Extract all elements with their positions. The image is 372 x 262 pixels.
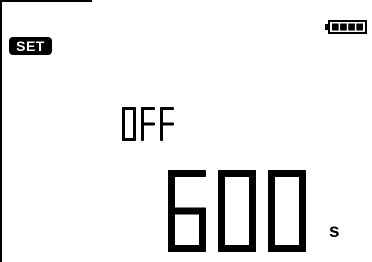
battery-icon: [325, 20, 367, 34]
unit-label: s: [329, 221, 340, 242]
lcd-screen: SET s: [0, 0, 372, 262]
battery-bar: [340, 23, 347, 31]
mode-segment: [122, 107, 125, 126]
value-char: [218, 170, 256, 252]
mode-char: [122, 107, 136, 141]
battery-bar: [356, 23, 363, 31]
mode-segment: [160, 122, 174, 126]
value-segment: [199, 207, 206, 252]
value-char: [268, 170, 306, 252]
value-segment: [218, 170, 225, 215]
value-segment: [268, 170, 275, 215]
mode-label: [122, 107, 174, 141]
mode-char: [160, 107, 174, 141]
set-badge: SET: [9, 37, 52, 55]
value-char: [168, 170, 206, 252]
left-border: [0, 0, 2, 262]
mode-segment: [141, 122, 155, 126]
main-value: [168, 170, 306, 252]
top-border: [0, 0, 92, 2]
battery-bar: [332, 23, 339, 31]
mode-char: [141, 107, 155, 141]
battery-bar: [348, 23, 355, 31]
